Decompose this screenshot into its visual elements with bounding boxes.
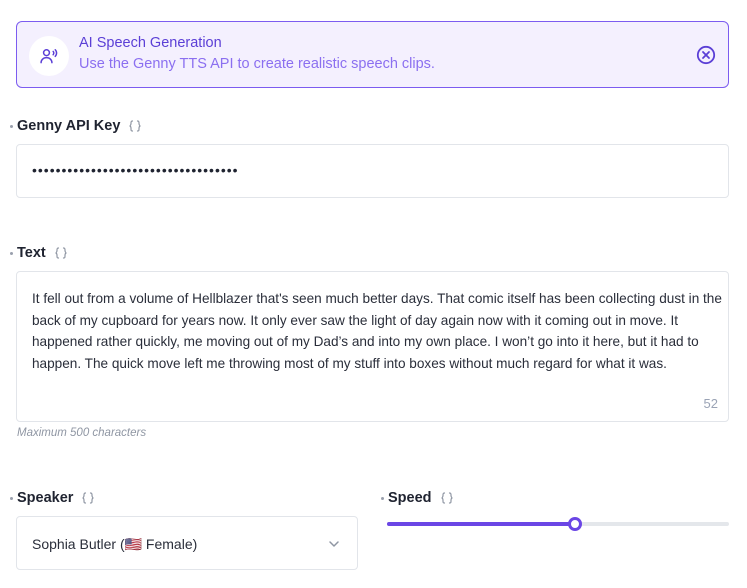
variable-braces-icon[interactable] (81, 491, 95, 505)
speaker-label: Speaker (17, 490, 74, 506)
voice-icon (40, 49, 58, 64)
text-area[interactable]: It fell out from a volume of Hellblazer … (16, 271, 729, 422)
speed-slider[interactable] (387, 516, 729, 532)
api-key-label-row: Genny API Key (10, 116, 142, 136)
text-hint: Maximum 500 characters (17, 427, 147, 439)
speed-slider-thumb[interactable] (568, 517, 583, 531)
speed-slider-fill (387, 522, 576, 526)
speed-label-row: Speed (381, 488, 454, 508)
close-banner-button[interactable] (696, 45, 716, 65)
close-circle-icon (696, 45, 716, 65)
speaker-label-row: Speaker (10, 488, 95, 508)
text-label-row: Text (10, 243, 68, 263)
api-key-value: ••••••••••••••••••••••••••••••••••• (32, 162, 239, 178)
variable-braces-icon[interactable] (128, 119, 142, 133)
banner-subtitle: Use the Genny TTS API to create realisti… (79, 56, 435, 72)
character-count: 52 (703, 396, 718, 411)
banner-title: AI Speech Generation (79, 35, 222, 51)
variable-braces-icon[interactable] (440, 491, 454, 505)
required-dot (381, 496, 384, 500)
required-dot (10, 124, 13, 128)
banner-avatar (29, 36, 69, 76)
api-key-input[interactable]: ••••••••••••••••••••••••••••••••••• (16, 144, 729, 198)
info-banner: AI Speech Generation Use the Genny TTS A… (16, 21, 729, 88)
required-dot (10, 496, 13, 500)
text-area-value: It fell out from a volume of Hellblazer … (32, 291, 722, 371)
text-label: Text (17, 245, 46, 261)
api-key-label: Genny API Key (17, 118, 121, 134)
variable-braces-icon[interactable] (54, 246, 68, 260)
speed-label: Speed (388, 490, 432, 506)
chevron-down-icon (329, 541, 339, 547)
required-dot (10, 251, 13, 255)
speaker-selected-value: Sophia Butler (🇺🇸 Female) (32, 536, 198, 552)
speaker-select[interactable]: Sophia Butler (🇺🇸 Female) (16, 516, 358, 570)
